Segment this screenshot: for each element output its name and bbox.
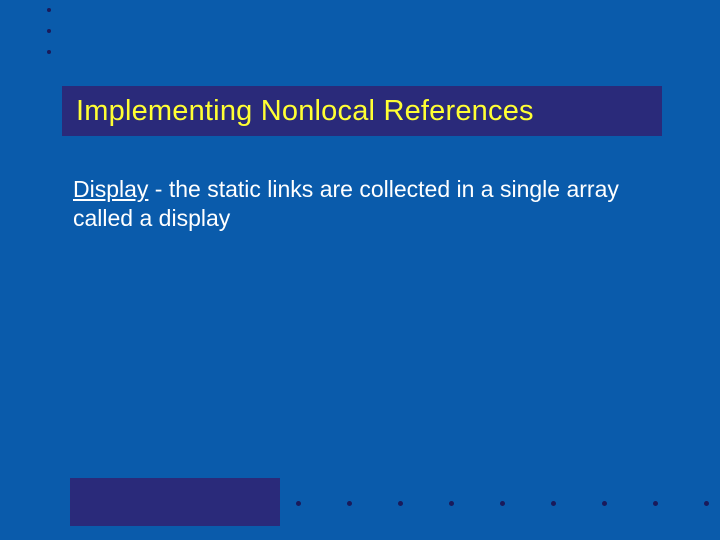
definition-text: - the static links are collected in a si… xyxy=(73,176,619,231)
dot-icon xyxy=(602,501,607,506)
slide: Implementing Nonlocal References Display… xyxy=(0,0,720,540)
dot-icon xyxy=(500,501,505,506)
decorative-bottom-bar xyxy=(70,478,280,526)
decorative-top-dots xyxy=(47,8,51,71)
dot-icon xyxy=(47,50,51,54)
slide-title: Implementing Nonlocal References xyxy=(76,95,534,128)
dot-icon xyxy=(704,501,709,506)
dot-icon xyxy=(398,501,403,506)
title-bar: Implementing Nonlocal References xyxy=(62,86,662,136)
term: Display xyxy=(73,176,148,202)
dot-icon xyxy=(47,8,51,12)
dot-icon xyxy=(551,501,556,506)
body-area: Display - the static links are collected… xyxy=(73,175,633,233)
dot-icon xyxy=(296,501,301,506)
dot-icon xyxy=(47,29,51,33)
dot-icon xyxy=(653,501,658,506)
body-paragraph: Display - the static links are collected… xyxy=(73,175,633,233)
decorative-bottom-dots xyxy=(296,501,709,506)
dot-icon xyxy=(347,501,352,506)
dot-icon xyxy=(449,501,454,506)
